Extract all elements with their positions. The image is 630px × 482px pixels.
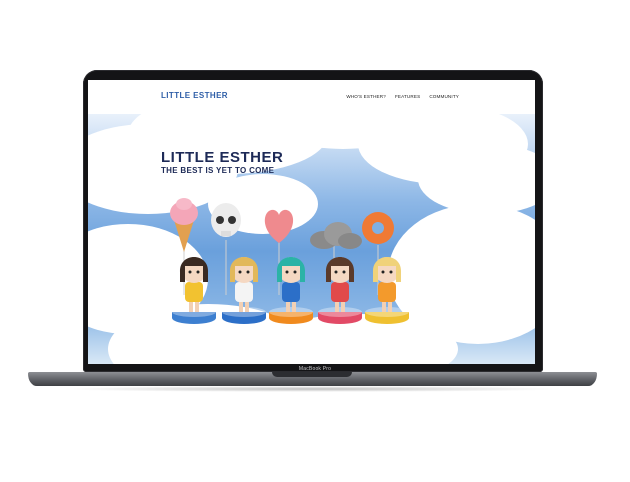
figurine-base-top bbox=[172, 307, 216, 317]
figurine-outfit bbox=[185, 282, 203, 302]
figurine-eye bbox=[196, 270, 200, 274]
figurines-illustration bbox=[170, 198, 409, 324]
browser-screen: LITTLE ESTHER WHO'S ESTHER? FEATURES COM… bbox=[88, 80, 535, 364]
figurine-4 bbox=[318, 257, 362, 324]
figurine-2 bbox=[222, 257, 266, 324]
figurine-eye bbox=[246, 270, 250, 274]
figurine-base-top bbox=[318, 307, 362, 317]
figurine-outfit bbox=[282, 282, 300, 302]
figurine-base-top bbox=[365, 307, 409, 317]
figurine-1 bbox=[172, 257, 216, 324]
figurine-eye bbox=[334, 270, 338, 274]
figurine-eye bbox=[381, 270, 385, 274]
figurine-3 bbox=[269, 257, 313, 324]
figurine-eye bbox=[285, 270, 289, 274]
skull-icon bbox=[211, 203, 241, 295]
laptop-shadow bbox=[60, 386, 565, 392]
figurine-base-top bbox=[269, 307, 313, 317]
figurine-base-top bbox=[222, 307, 266, 317]
figurine-outfit bbox=[331, 282, 349, 302]
figurine-eye bbox=[238, 270, 242, 274]
figurine-outfit bbox=[378, 282, 396, 302]
figurine-eye bbox=[188, 270, 192, 274]
figurine-5 bbox=[365, 257, 409, 324]
figurine-eye bbox=[342, 270, 346, 274]
figurine-eye bbox=[293, 270, 297, 274]
figurine-eye bbox=[389, 270, 393, 274]
figurine-outfit bbox=[235, 282, 253, 302]
laptop-notch bbox=[272, 372, 352, 377]
